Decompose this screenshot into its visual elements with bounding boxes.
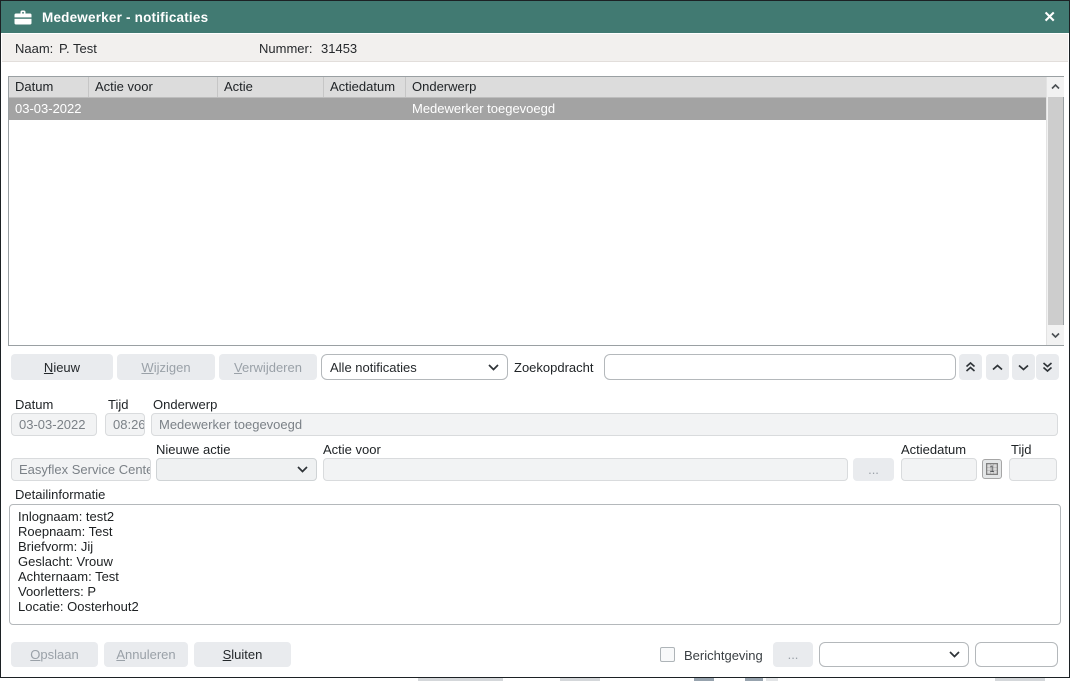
actie-tijd-field[interactable] — [1009, 458, 1057, 481]
berichtgeving-label: Berichtgeving — [684, 648, 763, 663]
briefcase-icon — [14, 10, 32, 25]
table-scrollbar[interactable] — [1046, 77, 1063, 345]
detailinformatie-label: Detailinformatie — [15, 487, 105, 502]
datum-field[interactable]: 03-03-2022 — [11, 413, 97, 436]
verwijderen-button[interactable]: Verwijderen — [219, 354, 317, 380]
first-record-icon[interactable] — [959, 354, 982, 380]
cell-actie-voor — [89, 98, 218, 120]
cell-actiedatum — [324, 98, 406, 120]
next-record-icon[interactable] — [1012, 354, 1035, 380]
berichtgeving-browse-button[interactable]: ... — [773, 642, 813, 667]
notification-filter-value: Alle notificaties — [330, 360, 417, 375]
wijzigen-button-label: Wijzigen — [141, 360, 190, 375]
actie-tijd-label: Tijd — [1011, 442, 1031, 457]
sluiten-button-label: Sluiten — [223, 647, 263, 662]
opslaan-button-label: Opslaan — [30, 647, 78, 662]
calendar-day-glyph: 1 — [986, 463, 998, 475]
scrollbar-thumb[interactable] — [1048, 97, 1063, 325]
notifications-table: Datum Actie voor Actie Actiedatum Onderw… — [8, 76, 1064, 346]
nummer-value: 31453 — [321, 41, 357, 56]
cell-onderwerp: Medewerker toegevoegd — [406, 98, 1063, 120]
opslaan-button[interactable]: Opslaan — [11, 642, 98, 667]
onderwerp-field[interactable]: Medewerker toegevoegd — [151, 413, 1058, 436]
onderwerp-label: Onderwerp — [153, 397, 217, 412]
table-header: Datum Actie voor Actie Actiedatum Onderw… — [9, 77, 1063, 98]
window-title: Medewerker - notificaties — [42, 10, 208, 25]
nieuwe-actie-select[interactable] — [156, 458, 317, 481]
notification-filter-select[interactable]: Alle notificaties — [321, 354, 508, 380]
previous-record-icon[interactable] — [986, 354, 1009, 380]
bron-field[interactable]: Easyflex Service Cente — [11, 458, 151, 481]
nieuwe-actie-label: Nieuwe actie — [156, 442, 230, 457]
titlebar: Medewerker - notificaties ✕ — [1, 1, 1069, 33]
chevron-down-icon — [949, 651, 960, 658]
cell-datum: 03-03-2022 — [9, 98, 89, 120]
column-header-onderwerp[interactable]: Onderwerp — [406, 77, 1063, 97]
chevron-down-icon — [488, 364, 499, 371]
last-record-icon[interactable] — [1036, 354, 1059, 380]
nieuw-button-label: Nieuw — [44, 360, 80, 375]
datum-label: Datum — [15, 397, 53, 412]
actie-voor-browse-button[interactable]: ... — [853, 458, 894, 481]
detailinformatie-text[interactable]: Inlognaam: test2 Roepnaam: Test Briefvor… — [9, 504, 1061, 625]
berichtgeving-extra-field[interactable] — [975, 642, 1058, 667]
chevron-down-icon — [297, 466, 308, 473]
dialog-medewerker-notificaties: Medewerker - notificaties ✕ Naam: P. Tes… — [0, 0, 1070, 678]
verwijderen-button-label: Verwijderen — [234, 360, 302, 375]
identity-row: Naam: P. Test Nummer: 31453 — [2, 34, 1068, 62]
nieuw-button[interactable]: Nieuw — [11, 354, 113, 380]
wijzigen-button[interactable]: Wijzigen — [117, 354, 215, 380]
annuleren-button[interactable]: Annuleren — [104, 642, 188, 667]
berichtgeving-kanaal-select[interactable] — [819, 642, 969, 667]
actiedatum-field[interactable] — [901, 458, 977, 481]
annuleren-button-label: Annuleren — [116, 647, 175, 662]
column-header-actie-voor[interactable]: Actie voor — [89, 77, 218, 97]
tijd-field[interactable]: 08:26 — [105, 413, 145, 436]
column-header-actie[interactable]: Actie — [218, 77, 324, 97]
actie-voor-field[interactable] — [323, 458, 848, 481]
screen: Medewerker - notificaties ✕ Naam: P. Tes… — [0, 0, 1070, 681]
column-header-actiedatum[interactable]: Actiedatum — [324, 77, 406, 97]
naam-label: Naam: — [15, 41, 53, 56]
berichtgeving-checkbox[interactable] — [660, 647, 675, 662]
cell-actie — [218, 98, 324, 120]
close-icon[interactable]: ✕ — [1043, 10, 1056, 25]
actiedatum-label: Actiedatum — [901, 442, 966, 457]
tijd-label: Tijd — [108, 397, 128, 412]
zoekopdracht-label: Zoekopdracht — [514, 360, 594, 375]
search-input[interactable] — [604, 354, 956, 380]
table-row[interactable]: 03-03-2022 Medewerker toegevoegd — [9, 98, 1063, 120]
actie-voor-label: Actie voor — [323, 442, 381, 457]
scroll-down-icon[interactable] — [1047, 325, 1064, 345]
calendar-icon[interactable]: 1 — [982, 459, 1002, 479]
scroll-up-icon[interactable] — [1047, 77, 1064, 97]
sluiten-button[interactable]: Sluiten — [194, 642, 291, 667]
column-header-datum[interactable]: Datum — [9, 77, 89, 97]
nummer-label: Nummer: — [259, 41, 312, 56]
naam-value: P. Test — [59, 41, 97, 56]
